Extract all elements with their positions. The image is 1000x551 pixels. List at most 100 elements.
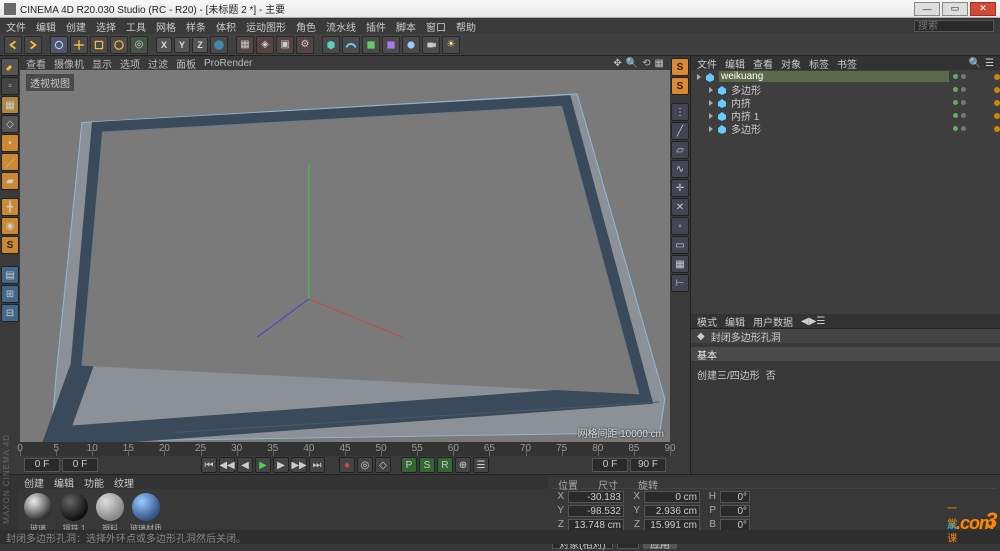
environment[interactable] — [402, 36, 420, 54]
prev-key-icon[interactable]: ◀◀ — [219, 457, 235, 473]
pos-key-icon[interactable]: P — [401, 457, 417, 473]
menu-plugins[interactable]: 插件 — [366, 19, 386, 34]
om-tags[interactable]: 标签 — [809, 56, 829, 71]
attr-section[interactable]: 基本 — [697, 347, 717, 362]
menu-create[interactable]: 创建 — [66, 19, 86, 34]
coord-size-Y[interactable]: 2.936 cm — [644, 505, 700, 517]
vp-orbit-icon[interactable]: ⟲ — [642, 58, 650, 69]
light[interactable]: ☀ — [442, 36, 460, 54]
texture-mode[interactable]: ▦ — [1, 96, 19, 114]
menu-pipeline[interactable]: 流水线 — [326, 19, 356, 34]
am-edit[interactable]: 编辑 — [725, 314, 745, 329]
minimize-button[interactable]: — — [914, 2, 940, 16]
vp-view[interactable]: 查看 — [26, 56, 46, 71]
x-axis-lock[interactable]: X — [156, 37, 172, 53]
coord-pos-X[interactable]: -30.183 cm — [568, 491, 624, 503]
menu-help[interactable]: 帮助 — [456, 19, 476, 34]
camera[interactable] — [422, 36, 440, 54]
timeline-ruler[interactable]: 051015202530354045505560657075808590 — [20, 442, 670, 456]
menu-script[interactable]: 脚本 — [396, 19, 416, 34]
vp-camera[interactable]: 摄像机 — [54, 56, 84, 71]
redo-button[interactable] — [24, 36, 42, 54]
vp-prorender[interactable]: ProRender — [204, 58, 252, 69]
snap-workplane[interactable]: ▭ — [671, 236, 689, 254]
coord-rot-P[interactable]: 0° — [720, 505, 750, 517]
deformer[interactable] — [382, 36, 400, 54]
render-view[interactable]: ▦ — [236, 36, 254, 54]
vp-nav-icon[interactable]: ✥ — [613, 58, 621, 69]
vp-panel[interactable]: 面板 — [176, 56, 196, 71]
mat-function[interactable]: 功能 — [84, 475, 104, 490]
snap-vertex[interactable]: ⋮ — [671, 103, 689, 121]
am-mode[interactable]: 模式 — [697, 314, 717, 329]
material-item[interactable]: 玻璃 — [22, 493, 54, 534]
timeline-cur-b[interactable]: 0 F — [592, 458, 628, 472]
render-region[interactable]: ◈ — [256, 36, 274, 54]
locked-workplane[interactable]: ⊟ — [1, 304, 19, 322]
menu-spline[interactable]: 样条 — [186, 19, 206, 34]
am-userdata[interactable]: 用户数据 — [753, 314, 793, 329]
keyframe-sel-icon[interactable]: ◇ — [375, 457, 391, 473]
coord-rot-H[interactable]: 0° — [720, 491, 750, 503]
vp-display[interactable]: 显示 — [92, 56, 112, 71]
spline-primitive[interactable] — [342, 36, 360, 54]
scale-tool[interactable] — [90, 36, 108, 54]
material-item[interactable]: 玻璃材质 — [130, 493, 162, 534]
om-file[interactable]: 文件 — [697, 56, 717, 71]
goto-end-icon[interactable]: ⏭ — [309, 457, 325, 473]
point-mode[interactable]: • — [1, 134, 19, 152]
pla-key-icon[interactable]: ☰ — [473, 457, 489, 473]
menu-mesh[interactable]: 网格 — [156, 19, 176, 34]
menu-window[interactable]: 窗口 — [426, 19, 446, 34]
quantize[interactable]: ⊞ — [1, 285, 19, 303]
vp-layout-icon[interactable]: ▦ — [655, 58, 664, 69]
snap-guide[interactable]: ⊢ — [671, 274, 689, 292]
autokey-icon[interactable]: ◎ — [357, 457, 373, 473]
object-row[interactable]: 多边形 — [691, 122, 1000, 135]
snap-axis[interactable]: ✛ — [671, 179, 689, 197]
rot-key-icon[interactable]: R — [437, 457, 453, 473]
snap-mid[interactable]: ◦ — [671, 217, 689, 235]
menu-tool[interactable]: 工具 — [126, 19, 146, 34]
timeline-end-field[interactable]: 90 F — [630, 458, 666, 472]
snap-grid[interactable]: ▦ — [671, 255, 689, 273]
poly-mode[interactable]: ▰ — [1, 172, 19, 190]
vp-options[interactable]: 选项 — [120, 56, 140, 71]
am-menu-icon[interactable]: ☰ — [816, 316, 825, 327]
snap-opts[interactable]: S — [671, 77, 689, 95]
workplane-mode[interactable]: ◇ — [1, 115, 19, 133]
am-back-icon[interactable]: ◀ — [801, 316, 809, 327]
vp-zoom-icon[interactable]: 🔍 — [626, 58, 638, 69]
goto-start-icon[interactable]: ⏮ — [201, 457, 217, 473]
om-object[interactable]: 对象 — [781, 56, 801, 71]
viewport-solo[interactable]: ◉ — [1, 217, 19, 235]
render-settings[interactable]: ⚙ — [296, 36, 314, 54]
menu-select[interactable]: 选择 — [96, 19, 116, 34]
menu-character[interactable]: 角色 — [296, 19, 316, 34]
maximize-button[interactable]: ▭ — [942, 2, 968, 16]
mat-edit[interactable]: 编辑 — [54, 475, 74, 490]
modeling-generator[interactable] — [362, 36, 380, 54]
om-view[interactable]: 查看 — [753, 56, 773, 71]
material-item[interactable]: 塑料 — [94, 493, 126, 534]
undo-button[interactable] — [4, 36, 22, 54]
viewport[interactable]: 透视视图 — [20, 70, 670, 442]
axis-tool[interactable]: ╋ — [1, 198, 19, 216]
z-axis-lock[interactable]: Z — [192, 37, 208, 53]
object-manager[interactable]: weikuang多边形内挤内挤 1多边形 — [691, 70, 1000, 314]
param-key-icon[interactable]: ⊕ — [455, 457, 471, 473]
scale-key-icon[interactable]: S — [419, 457, 435, 473]
om-menu-icon[interactable]: ☰ — [985, 58, 994, 69]
mat-texture[interactable]: 纹理 — [114, 475, 134, 490]
snap-spline[interactable]: ∿ — [671, 160, 689, 178]
rotate-tool[interactable] — [110, 36, 128, 54]
render-pv[interactable]: ▣ — [276, 36, 294, 54]
om-search-icon[interactable]: 🔍 — [969, 58, 981, 69]
menu-file[interactable]: 文件 — [6, 19, 26, 34]
play-icon[interactable]: ▶ — [255, 457, 271, 473]
om-bookmark[interactable]: 书签 — [837, 56, 857, 71]
coord-pos-Y[interactable]: -98.532 cm — [568, 505, 624, 517]
move-tool[interactable] — [70, 36, 88, 54]
snapping[interactable]: S — [1, 236, 19, 254]
timeline-start-field[interactable]: 0 F — [24, 458, 60, 472]
